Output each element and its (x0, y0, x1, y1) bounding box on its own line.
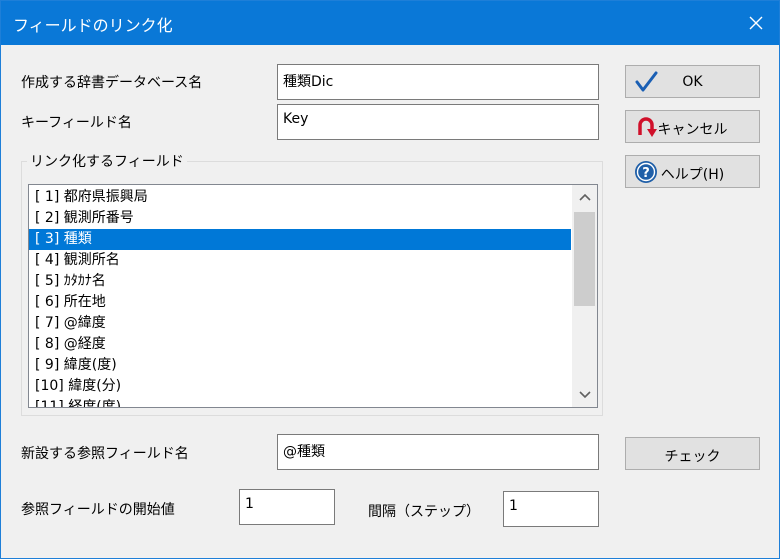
close-button[interactable] (733, 1, 779, 45)
scroll-up-button[interactable] (572, 185, 597, 209)
list-item[interactable]: [10] 緯度(分) (29, 376, 571, 397)
ok-button[interactable]: OK (625, 65, 760, 98)
dict-db-label: 作成する辞書データベース名 (21, 75, 203, 91)
step-label: 間隔（ステップ） (368, 504, 480, 520)
dict-db-field[interactable]: 種類Dic (277, 64, 599, 100)
list-item[interactable]: [ 8] @経度 (29, 334, 571, 355)
list-item[interactable]: [ 6] 所在地 (29, 292, 571, 313)
scroll-thumb[interactable] (574, 212, 595, 306)
help-label: ヘルプ(H) (660, 167, 725, 183)
list-scrollbar[interactable] (572, 185, 597, 407)
close-icon (749, 16, 763, 30)
step-input[interactable]: 1 (503, 491, 599, 527)
ok-label: OK (682, 74, 703, 90)
chevron-down-icon (578, 391, 591, 399)
list-item[interactable]: [ 5] ｶﾀｶﾅ名 (29, 271, 571, 292)
link-fields-group-title: リンク化するフィールド (27, 151, 187, 171)
title-bar: フィールドのリンク化 (1, 1, 779, 45)
list-item[interactable]: [ 7] @緯度 (29, 313, 571, 334)
cancel-label: キャンセル (657, 122, 728, 138)
start-value-input[interactable]: 1 (239, 489, 335, 525)
list-item[interactable]: [ 2] 観測所番号 (29, 208, 571, 229)
key-field-input[interactable]: Key (277, 104, 599, 140)
ref-field-input[interactable]: @種類 (277, 434, 599, 470)
help-button[interactable]: ? ヘルプ(H) (625, 155, 760, 188)
start-value-label: 参照フィールドの開始値 (21, 502, 175, 518)
list-item[interactable]: [11] 経度(度) (29, 397, 571, 407)
list-item[interactable]: [ 4] 観測所名 (29, 250, 571, 271)
field-listbox[interactable]: [ 1] 都府県振興局[ 2] 観測所番号[ 3] 種類[ 4] 観測所名[ 5… (28, 184, 598, 408)
list-item[interactable]: [ 9] 緯度(度) (29, 355, 571, 376)
list-item[interactable]: [ 3] 種類 (29, 229, 571, 250)
key-field-label: キーフィールド名 (21, 115, 132, 131)
check-label: チェック (664, 449, 721, 465)
scroll-down-button[interactable] (572, 383, 597, 407)
dialog-window: フィールドのリンク化 作成する辞書データベース名 種類Dic キーフィールド名 … (0, 0, 780, 559)
check-button[interactable]: チェック (625, 437, 760, 470)
cancel-button[interactable]: キャンセル (625, 110, 760, 143)
chevron-up-icon (578, 193, 591, 201)
field-list-items: [ 1] 都府県振興局[ 2] 観測所番号[ 3] 種類[ 4] 観測所名[ 5… (29, 187, 571, 407)
window-title: フィールドのリンク化 (13, 16, 173, 35)
list-item[interactable]: [ 1] 都府県振興局 (29, 187, 571, 208)
ref-field-label: 新設する参照フィールド名 (21, 446, 189, 462)
